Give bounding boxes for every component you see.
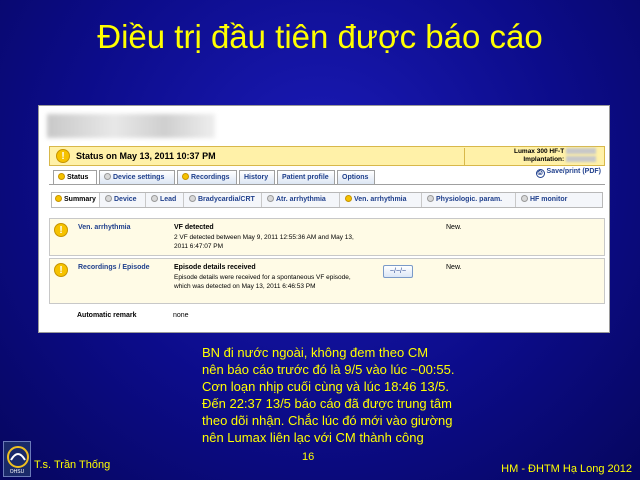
subtab-ven-arrhythmia[interactable]: Ven. arrhythmia [342, 193, 422, 207]
slide-title: Điều trị đầu tiên được báo cáo [97, 18, 543, 55]
tab-patient-profile[interactable]: Patient profile [277, 170, 335, 184]
note-line: theo dõi nhận. Chắc lúc đó mới vào giườn… [202, 413, 453, 428]
home-monitoring-panel: ! Status on May 13, 2011 10:37 PM Lumax … [38, 105, 610, 333]
row-status: New. [446, 264, 462, 271]
tab-history[interactable]: History [239, 170, 275, 184]
warning-icon: ! [56, 149, 70, 163]
device-info: Lumax 300 HF-T Implantation: [464, 148, 600, 165]
table-row: ! Ven. arrhythmia VF detected 2 VF detec… [49, 218, 605, 256]
warning-icon: ! [54, 223, 68, 237]
subtab-atr-arrhythmia[interactable]: Atr. arrhythmia [264, 193, 340, 207]
row-detail: 2 VF detected between May 9, 2011 12:55:… [174, 234, 354, 250]
note-line: nên báo cáo trước đó là 9/5 vào lúc ~00:… [202, 362, 455, 377]
print-icon: ⎙ [535, 169, 545, 178]
subtab-physiologic-param[interactable]: Physiologic. param. [424, 193, 516, 207]
status-dot-icon [55, 195, 62, 202]
row-category-link[interactable]: Recordings / Episode [78, 264, 150, 271]
grey-dot-icon [189, 195, 196, 202]
tab-status[interactable]: Status [53, 170, 97, 185]
grey-dot-icon [105, 195, 112, 202]
implantation-date-redacted [566, 156, 596, 163]
ohsu-logo: OHSU [3, 441, 31, 477]
tabs-divider [49, 184, 605, 185]
subtab-lead[interactable]: Lead [148, 193, 184, 207]
row-title: Episode details received [174, 264, 256, 271]
status-bar: ! Status on May 13, 2011 10:37 PM Lumax … [49, 146, 605, 166]
patient-name-redacted [47, 114, 215, 138]
subtab-bradycardia-crt[interactable]: Bradycardia/CRT [186, 193, 262, 207]
grey-dot-icon [267, 195, 274, 202]
device-serial-redacted [566, 148, 596, 155]
subtab-hf-monitor[interactable]: HF monitor [518, 193, 576, 207]
note-line: Đến 22:37 13/5 báo cáo đã được trung tâm [202, 396, 452, 411]
status-dot-icon [345, 195, 352, 202]
status-dot-icon [58, 173, 65, 180]
tab-device-settings[interactable]: Device settings [99, 170, 175, 184]
note-line: Cơn loạn nhịp cuối cùng và lúc 18:46 13/… [202, 379, 450, 394]
sub-tabs: Summary Device Lead Bradycardia/CRT Atr.… [51, 192, 603, 208]
automatic-remark-label: Automatic remark [77, 312, 137, 319]
warning-icon: ! [54, 263, 68, 277]
row-title: VF detected [174, 224, 214, 231]
grey-dot-icon [427, 195, 434, 202]
note-line: nên Lumax liên lạc với CM thành công [202, 430, 424, 445]
page-number: 16 [302, 451, 315, 463]
row-status: New. [446, 224, 462, 231]
table-row: ! Recordings / Episode Episode details r… [49, 258, 605, 304]
tab-options[interactable]: Options [337, 170, 375, 184]
subtab-summary[interactable]: Summary [52, 193, 100, 207]
tab-recordings[interactable]: Recordings [177, 170, 237, 184]
row-category-link[interactable]: Ven. arrhythmia [78, 224, 131, 231]
grey-dot-icon [151, 195, 158, 202]
logo-text: OHSU [9, 469, 25, 475]
save-print-link[interactable]: ⎙ Save/print (PDF) [535, 168, 601, 178]
automatic-remark-value: none [173, 312, 189, 319]
logo-emblem-icon [7, 446, 29, 468]
status-text: Status on May 13, 2011 10:37 PM [76, 151, 216, 161]
author: T.s. Trần Thống [34, 459, 111, 471]
grey-dot-icon [104, 173, 111, 180]
grey-dot-icon [521, 195, 528, 202]
status-dot-icon [182, 173, 189, 180]
slide-note: BN đi nước ngoài, không đem theo CM nên … [202, 344, 502, 446]
subtab-device[interactable]: Device [102, 193, 146, 207]
footer-conference: HM - ĐHTM Hạ Long 2012 [501, 463, 632, 475]
row-detail: Episode details were received for a spon… [174, 274, 351, 290]
device-model: Lumax 300 HF-T [513, 148, 565, 155]
implantation-label: Implantation: [523, 156, 565, 163]
note-line: BN đi nước ngoài, không đem theo CM [202, 345, 429, 360]
egm-view-button[interactable]: ~/~/~ [383, 265, 413, 278]
